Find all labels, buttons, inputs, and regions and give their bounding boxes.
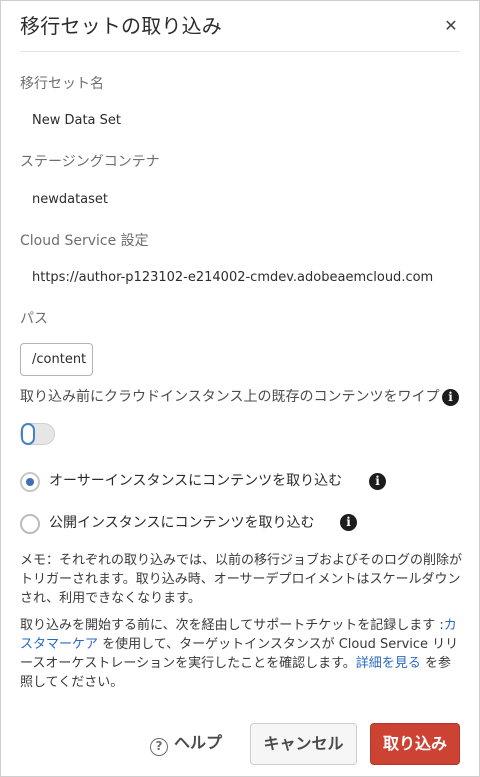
info-icon[interactable]: i	[369, 473, 386, 490]
author-radio[interactable]	[20, 472, 40, 492]
radio-selected-dot	[26, 478, 34, 486]
learn-more-link[interactable]: 詳細を見る	[356, 656, 421, 671]
migration-set-label: 移行セット名	[20, 76, 104, 92]
toggle-knob	[21, 423, 35, 445]
import-button[interactable]: 取り込み	[370, 723, 460, 765]
cloud-service-label: Cloud Service 設定	[20, 233, 149, 249]
note-text: メモ：それぞれの取り込みでは、以前の移行ジョブおよびそのログの削除がトリガーされ…	[20, 553, 463, 606]
header-divider	[20, 51, 460, 52]
help-button[interactable]: ? ヘルプ	[144, 723, 228, 765]
help-label: ヘルプ	[173, 733, 222, 752]
wipe-label: 取り込み前にクラウドインスタンス上の既存のコンテンツをワイプ	[20, 389, 440, 405]
staging-container-label: ステージングコンテナ	[20, 154, 160, 170]
cancel-button[interactable]: キャンセル	[250, 723, 357, 765]
cloud-service-value: https://author-p123102-e214002-cmdev.ado…	[32, 270, 434, 285]
migration-set-value: New Data Set	[32, 113, 122, 128]
import-dialog: 移行セットの取り込み ✕ 移行セット名 New Data Set ステージングコ…	[0, 0, 480, 777]
author-radio-label[interactable]: オーサーインスタンスにコンテンツを取り込む	[49, 471, 342, 491]
help-icon: ?	[149, 738, 168, 756]
info-icon[interactable]: i	[340, 514, 357, 531]
close-icon[interactable]: ✕	[440, 15, 462, 37]
info-icon[interactable]: i	[442, 389, 459, 406]
publish-radio[interactable]	[20, 514, 40, 534]
dialog-title: 移行セットの取り込み	[20, 14, 222, 38]
path-input[interactable]: /content	[20, 343, 93, 376]
staging-container-value: newdataset	[32, 192, 109, 207]
support-note: 取り込みを開始する前に、次を経由してサポートチケットを記録します :カスタマーケ…	[20, 616, 462, 692]
wipe-toggle[interactable]	[20, 423, 55, 445]
publish-radio-label[interactable]: 公開インスタンスにコンテンツを取り込む	[49, 513, 314, 533]
path-label: パス	[20, 311, 48, 327]
support-note-text: 取り込みを開始する前に、次を経由してサポートチケットを記録します :	[20, 618, 444, 633]
